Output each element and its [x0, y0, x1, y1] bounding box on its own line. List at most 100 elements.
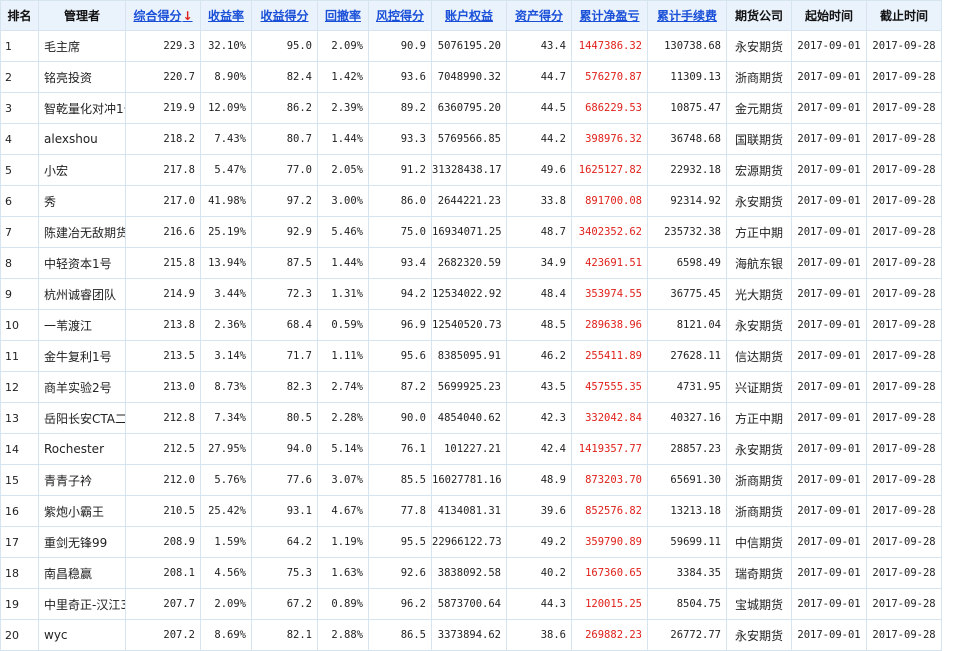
broker-name: 兴证期货 — [727, 372, 792, 403]
total-fees: 36748.68 — [648, 124, 727, 155]
col-header-asset-score[interactable]: 资产得分 — [507, 1, 572, 31]
table-row: 14Rochester212.527.95%94.05.14%76.110122… — [1, 434, 956, 465]
return-score: 82.4 — [252, 62, 318, 93]
return-rate: 41.98% — [201, 186, 252, 217]
col-header-risk-score[interactable]: 风控得分 — [369, 1, 432, 31]
asset-score: 44.7 — [507, 62, 572, 93]
return-rate: 8.73% — [201, 372, 252, 403]
total-fees: 28857.23 — [648, 434, 727, 465]
manager-name[interactable]: 杭州诚睿团队 — [39, 279, 126, 310]
broker-name: 永安期货 — [727, 310, 792, 341]
col-header-net-profit[interactable]: 累计净盈亏 — [572, 1, 648, 31]
net-profit: 891700.08 — [572, 186, 648, 217]
broker-name: 海航东银 — [727, 248, 792, 279]
asset-score: 39.6 — [507, 496, 572, 527]
end-date: 2017-09-28 — [867, 434, 942, 465]
table-row: 13岳阳长安CTA二号212.87.34%80.52.28%90.0485404… — [1, 403, 956, 434]
rank-cell: 8 — [1, 248, 39, 279]
manager-name[interactable]: Rochester — [39, 434, 126, 465]
manager-name[interactable]: 智乾量化对冲1号 — [39, 93, 126, 124]
risk-score: 92.6 — [369, 558, 432, 589]
total-fees: 4731.95 — [648, 372, 727, 403]
manager-name[interactable]: 小宏 — [39, 155, 126, 186]
manager-name[interactable]: 铭亮投资 — [39, 62, 126, 93]
manager-name[interactable]: 一苇渡江 — [39, 310, 126, 341]
broker-name: 信达期货 — [727, 341, 792, 372]
broker-name: 宏源期货 — [727, 155, 792, 186]
composite-score: 217.8 — [126, 155, 201, 186]
col-header-equity[interactable]: 账户权益 — [432, 1, 507, 31]
net-profit: 353974.55 — [572, 279, 648, 310]
return-score: 72.3 — [252, 279, 318, 310]
manager-name[interactable]: 商羊实验2号 — [39, 372, 126, 403]
col-header-composite-score[interactable]: 综合得分↓ — [126, 1, 201, 31]
total-fees: 36775.45 — [648, 279, 727, 310]
net-profit: 873203.70 — [572, 465, 648, 496]
net-profit: 332042.84 — [572, 403, 648, 434]
rank-cell: 7 — [1, 217, 39, 248]
end-date: 2017-09-28 — [867, 403, 942, 434]
manager-name[interactable]: alexshou — [39, 124, 126, 155]
table-row: 17重剑无锋99208.91.59%64.21.19%95.522966122.… — [1, 527, 956, 558]
composite-score: 207.7 — [126, 589, 201, 620]
col-header-start-time: 起始时间 — [792, 1, 867, 31]
net-profit: 686229.53 — [572, 93, 648, 124]
manager-name[interactable]: 岳阳长安CTA二号 — [39, 403, 126, 434]
broker-name: 宝城期货 — [727, 589, 792, 620]
rank-cell: 6 — [1, 186, 39, 217]
drawdown-rate: 1.44% — [318, 124, 369, 155]
manager-name[interactable]: 中里奇正-汉江3号 — [39, 589, 126, 620]
account-equity: 22966122.73 — [432, 527, 507, 558]
total-fees: 10875.47 — [648, 93, 727, 124]
asset-score: 46.2 — [507, 341, 572, 372]
risk-score: 93.3 — [369, 124, 432, 155]
manager-name[interactable]: 重剑无锋99 — [39, 527, 126, 558]
account-equity: 2644221.23 — [432, 186, 507, 217]
total-fees: 92314.92 — [648, 186, 727, 217]
risk-score: 90.0 — [369, 403, 432, 434]
col-header-return-score[interactable]: 收益得分 — [252, 1, 318, 31]
asset-score: 34.9 — [507, 248, 572, 279]
return-rate: 2.09% — [201, 589, 252, 620]
col-header-return-rate[interactable]: 收益率 — [201, 1, 252, 31]
risk-score: 90.9 — [369, 31, 432, 62]
manager-name[interactable]: 紫炮小霸王 — [39, 496, 126, 527]
end-date: 2017-09-28 — [867, 465, 942, 496]
account-equity: 31328438.17 — [432, 155, 507, 186]
manager-name[interactable]: 陈建冶无敌期货 — [39, 217, 126, 248]
manager-name[interactable]: 毛主席 — [39, 31, 126, 62]
net-profit: 398976.32 — [572, 124, 648, 155]
rank-cell: 15 — [1, 465, 39, 496]
start-date: 2017-09-01 — [792, 403, 867, 434]
return-score: 92.9 — [252, 217, 318, 248]
asset-score: 40.2 — [507, 558, 572, 589]
col-header-drawdown[interactable]: 回撤率 — [318, 1, 369, 31]
col-header-fees[interactable]: 累计手续费 — [648, 1, 727, 31]
return-score: 80.7 — [252, 124, 318, 155]
end-date: 2017-09-28 — [867, 558, 942, 589]
drawdown-rate: 2.74% — [318, 372, 369, 403]
return-score: 93.1 — [252, 496, 318, 527]
col-header-end-time: 截止时间 — [867, 1, 942, 31]
manager-name[interactable]: 青青子衿 — [39, 465, 126, 496]
rank-cell: 1 — [1, 31, 39, 62]
start-date: 2017-09-01 — [792, 496, 867, 527]
broker-name: 永安期货 — [727, 434, 792, 465]
rank-cell: 9 — [1, 279, 39, 310]
return-rate: 13.94% — [201, 248, 252, 279]
end-date: 2017-09-28 — [867, 341, 942, 372]
net-profit: 3402352.62 — [572, 217, 648, 248]
manager-name[interactable]: 金牛复利1号 — [39, 341, 126, 372]
composite-score: 212.5 — [126, 434, 201, 465]
table-row: 6秀217.041.98%97.23.00%86.02644221.2333.8… — [1, 186, 956, 217]
manager-name[interactable]: 中轻资本1号 — [39, 248, 126, 279]
broker-name: 浙商期货 — [727, 465, 792, 496]
asset-score: 33.8 — [507, 186, 572, 217]
drawdown-rate: 2.09% — [318, 31, 369, 62]
rank-cell: 3 — [1, 93, 39, 124]
rank-cell: 5 — [1, 155, 39, 186]
return-score: 87.5 — [252, 248, 318, 279]
manager-name[interactable]: 南昌稳赢 — [39, 558, 126, 589]
table-row: 16紫炮小霸王210.525.42%93.14.67%77.84134081.3… — [1, 496, 956, 527]
manager-name[interactable]: 秀 — [39, 186, 126, 217]
